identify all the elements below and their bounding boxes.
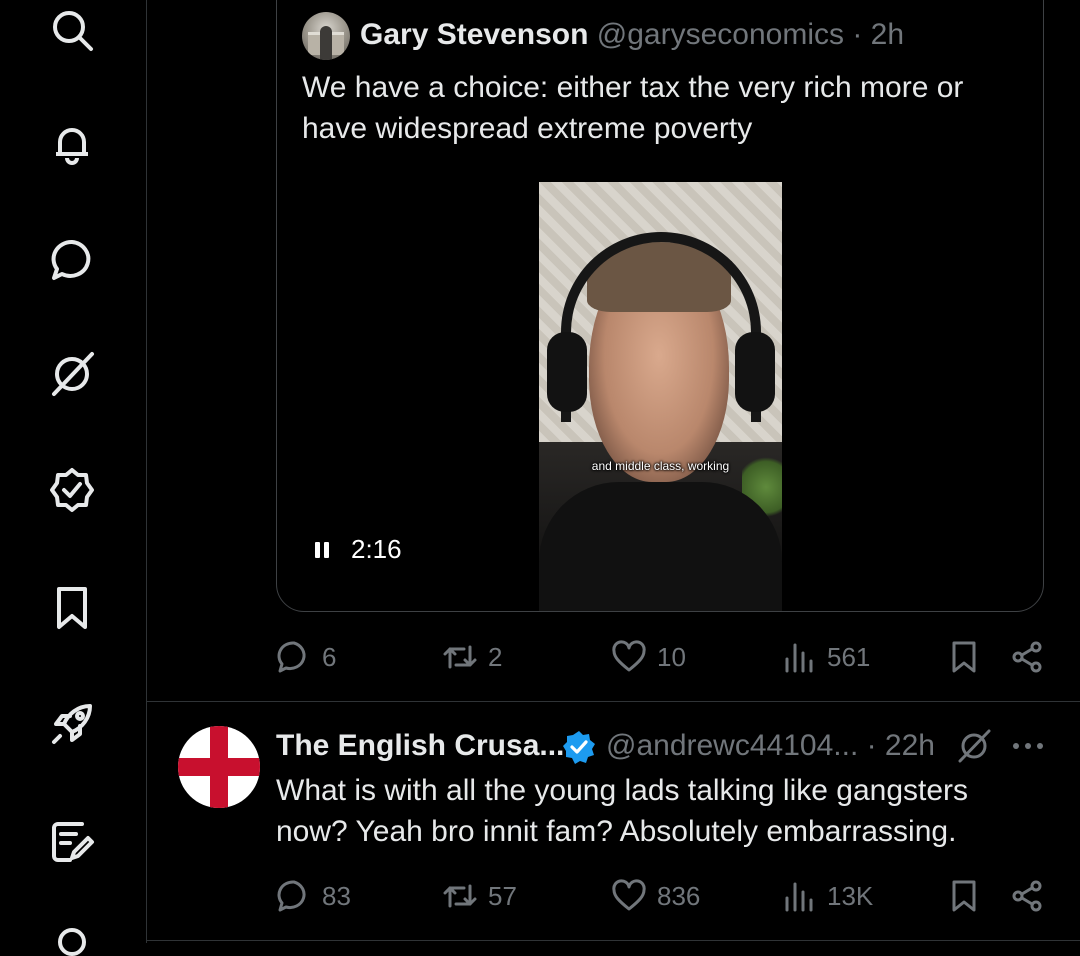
verified-badge-icon[interactable] [562,730,596,764]
analytics-icon [785,882,813,912]
repost-button[interactable]: 2 [442,635,502,679]
repost-button[interactable]: 57 [442,874,517,918]
video-caption: and middle class, working [591,459,730,473]
like-count: 10 [657,641,686,672]
tweet-actions: 6 2 10 561 [276,635,1046,679]
repost-count: 2 [488,641,503,672]
tweet-time[interactable]: · 2h [852,18,904,51]
author-name[interactable]: The English Crusa... [276,726,564,766]
grok-icon[interactable] [44,346,100,402]
headset-image [561,232,761,422]
repost-icon [443,884,477,908]
reply-count: 83 [322,880,351,911]
reply-button[interactable]: 83 [276,874,351,918]
like-button[interactable]: 10 [611,635,686,679]
avatar[interactable] [302,12,350,60]
tweet-text: We have a choice: either tax the very ri… [302,71,964,145]
tweet-header: The English Crusa... @andrewc44104... · … [276,726,1046,766]
profile-icon[interactable] [58,928,86,956]
bookmark-button[interactable] [946,874,982,918]
tweet-divider [147,701,1080,702]
views-button[interactable]: 561 [781,635,870,679]
bookmark-icon[interactable] [44,580,100,636]
author-handle[interactable]: @andrewc44104... · 22h [606,726,935,766]
search-icon[interactable] [44,2,100,58]
repost-count: 57 [488,880,517,911]
pause-icon[interactable] [315,541,329,558]
verified-icon[interactable] [44,462,100,518]
bookmark-icon [952,641,976,673]
reply-icon [277,641,306,673]
messages-icon[interactable] [44,232,100,288]
like-button[interactable]: 836 [611,874,700,918]
share-icon [1012,880,1042,912]
video-time-remaining: 2:16 [351,534,402,564]
share-icon [1012,641,1042,673]
heart-icon [612,879,646,911]
share-button[interactable] [1009,635,1045,679]
like-count: 836 [657,880,701,911]
bookmark-button[interactable] [946,635,982,679]
reply-count: 6 [322,641,337,672]
views-button[interactable]: 13K [781,874,873,918]
reply-button[interactable]: 6 [276,635,336,679]
video-player[interactable]: and middle class, working [539,182,782,611]
author-handle[interactable]: @garyseconomics [597,18,844,51]
quoted-tweet-header: Gary Stevenson @garyseconomics · 2h [360,15,904,55]
author-name[interactable]: Gary Stevenson [360,18,588,51]
bell-icon[interactable] [44,116,100,172]
avatar[interactable] [178,726,260,808]
timeline: Gary Stevenson @garyseconomics · 2h We h… [147,0,1080,943]
sidebar-nav [0,0,147,956]
repost-icon [443,645,477,669]
compose-icon[interactable] [44,812,100,868]
tweet-actions: 83 57 836 13K [276,874,1046,918]
bookmark-icon [952,880,976,912]
rocket-icon[interactable] [44,696,100,752]
view-count: 561 [827,641,871,672]
quoted-tweet-card[interactable]: Gary Stevenson @garyseconomics · 2h We h… [276,0,1044,612]
share-button[interactable] [1009,874,1045,918]
tweet-divider [147,940,1080,941]
view-count: 13K [827,880,874,911]
heart-icon [612,640,646,672]
more-options-icon[interactable] [1010,726,1046,766]
grok-icon[interactable] [956,728,992,764]
video-controls: 2:16 [315,534,402,565]
tweet-text: What is with all the young lads talking … [276,774,969,848]
reply-icon [277,880,306,912]
analytics-icon [785,643,813,673]
